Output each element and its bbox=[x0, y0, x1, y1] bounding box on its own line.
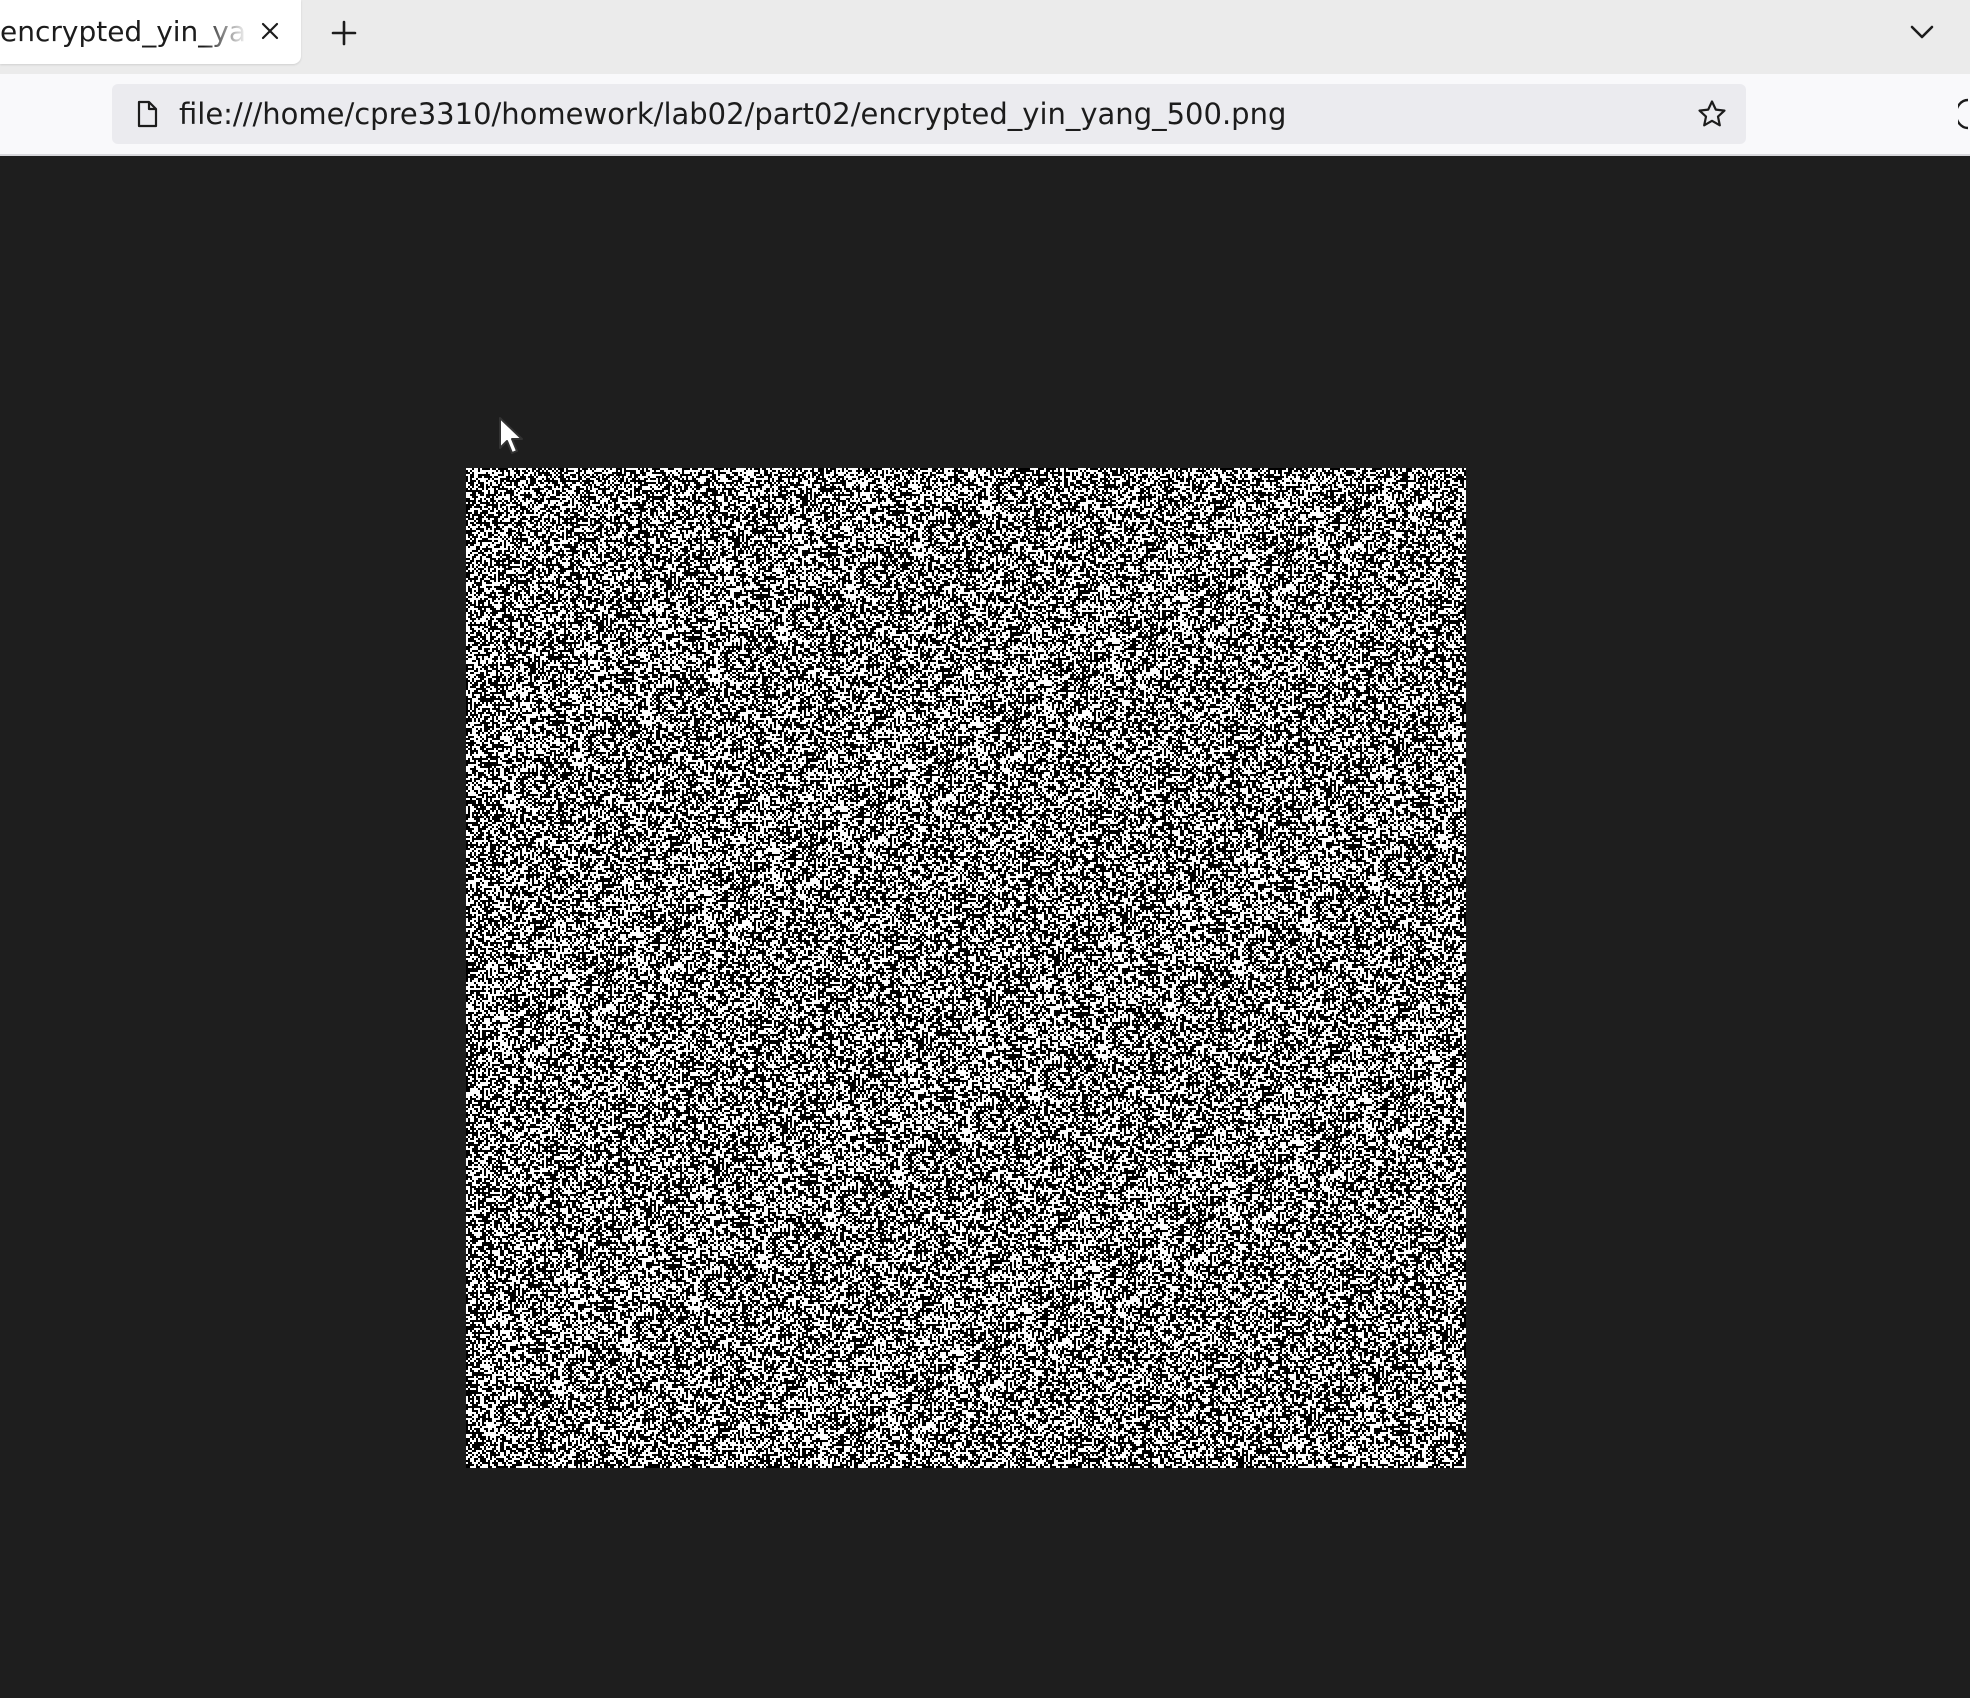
plus-icon[interactable] bbox=[326, 15, 362, 51]
active-tab[interactable]: encrypted_yin_yang_500.png bbox=[0, 0, 301, 64]
encrypted-image[interactable] bbox=[466, 468, 1466, 1468]
star-icon[interactable] bbox=[1696, 98, 1728, 130]
chevron-down-icon[interactable] bbox=[1904, 14, 1940, 50]
mouse-cursor-icon bbox=[499, 417, 523, 454]
page-icon bbox=[137, 100, 158, 128]
navigation-toolbar: file:///home/cpre3310/homework/lab02/par… bbox=[0, 74, 1970, 156]
address-bar[interactable]: file:///home/cpre3310/homework/lab02/par… bbox=[112, 84, 1746, 144]
close-icon[interactable] bbox=[255, 16, 285, 46]
tab-title: encrypted_yin_yang_500.png bbox=[0, 15, 248, 48]
url-text[interactable]: file:///home/cpre3310/homework/lab02/par… bbox=[179, 96, 1286, 132]
toolbar-edge-icon[interactable] bbox=[1958, 96, 1970, 132]
tab-strip: encrypted_yin_yang_500.png bbox=[0, 0, 1970, 74]
